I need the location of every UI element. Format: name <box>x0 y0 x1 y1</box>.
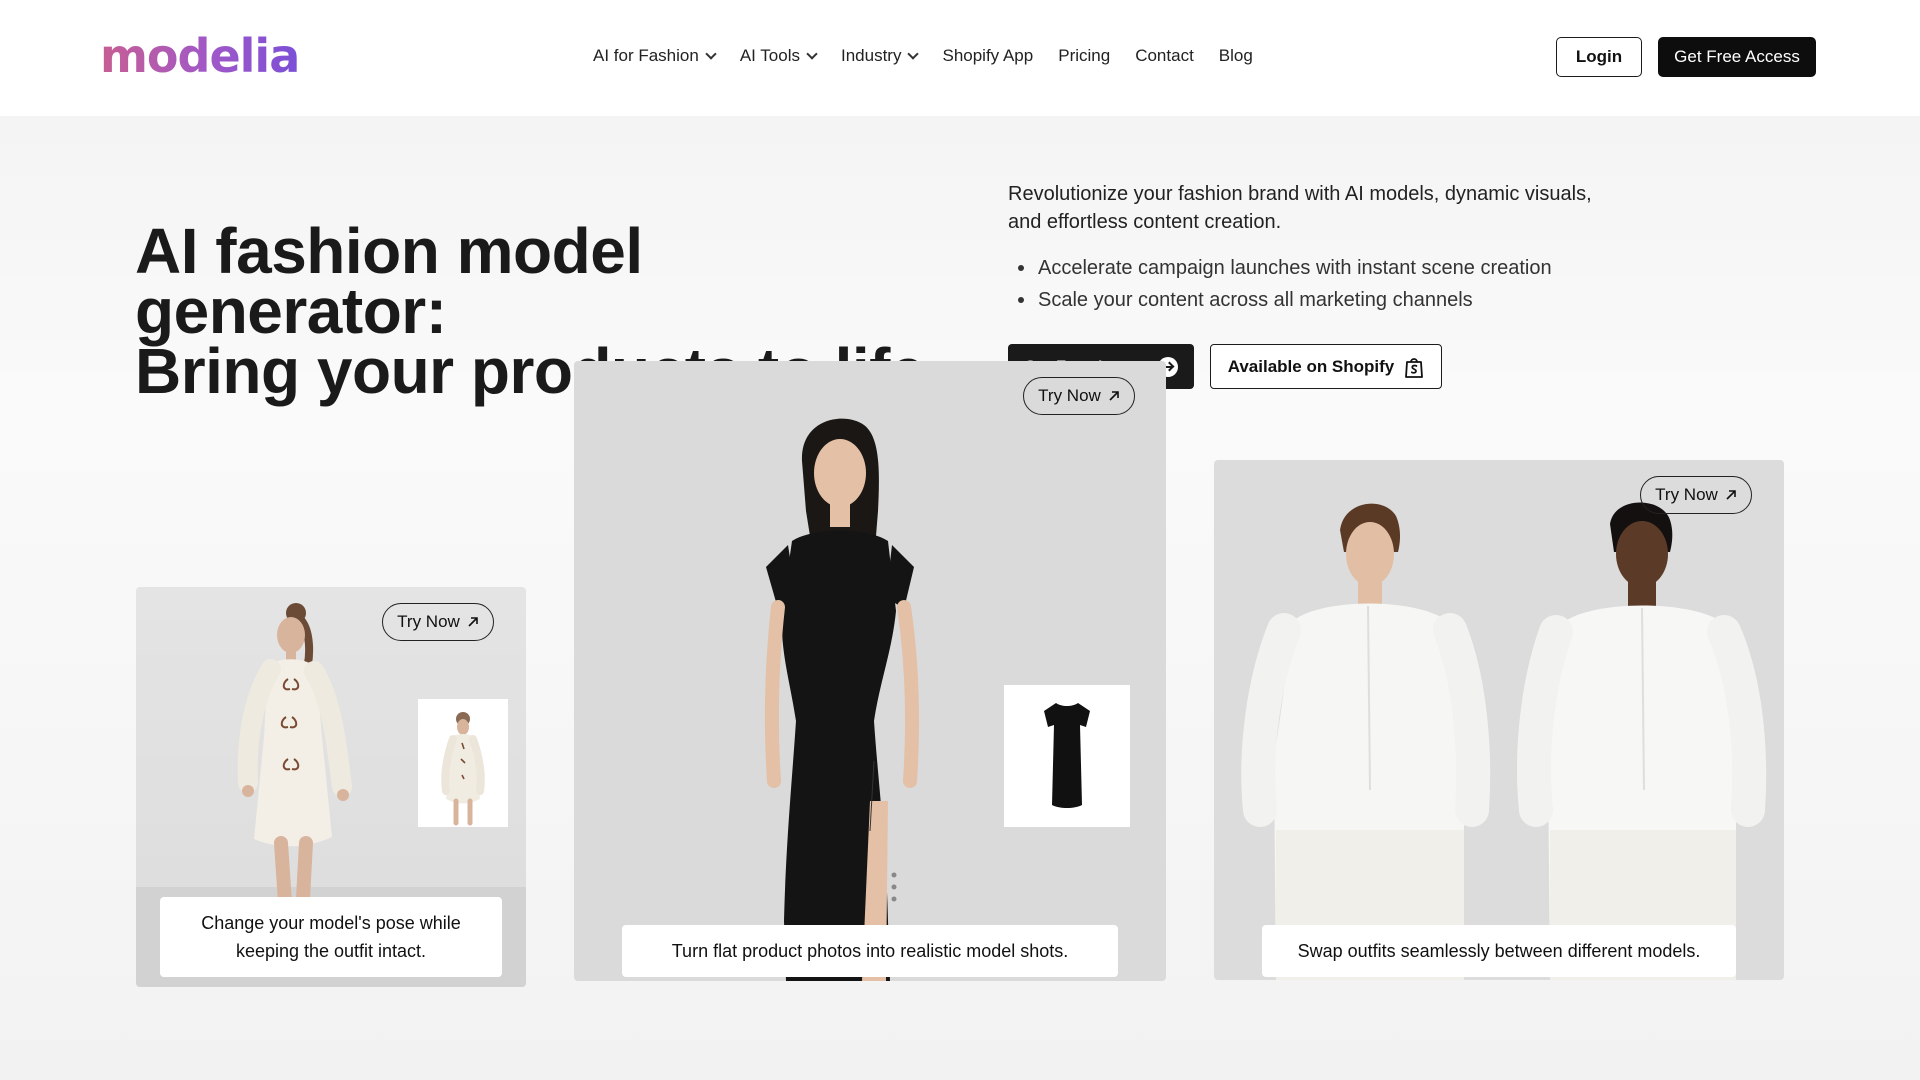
nav-item-ai-for-fashion[interactable]: AI for Fashion <box>593 46 717 66</box>
caption-line2: keeping the outfit intact. <box>235 941 427 961</box>
list-item: Scale your content across all marketing … <box>1018 284 1618 316</box>
feature-card-pose-change[interactable]: Try Now Change your model's pose while k… <box>136 587 526 987</box>
chevron-down-icon <box>705 47 717 60</box>
nav-item-industry[interactable]: Industry <box>841 46 920 66</box>
nav-item-pricing[interactable]: Pricing <box>1058 46 1110 66</box>
nav-item-label: AI for Fashion <box>593 46 699 65</box>
hero-intro-line1: Revolutionize your fashion brand with AI… <box>1008 183 1592 205</box>
try-now-button[interactable]: Try Now <box>1640 476 1752 514</box>
nav-item-label: Pricing <box>1058 46 1111 65</box>
feature-caption: Turn flat product photos into realistic … <box>622 925 1118 977</box>
button-label: Try Now <box>1038 386 1101 405</box>
hero-intro-line2: and effortless content creation. <box>1008 211 1282 233</box>
button-label: Try Now <box>397 612 460 631</box>
feature-caption: Swap outfits seamlessly between differen… <box>1262 925 1736 977</box>
arrow-up-right-icon <box>1725 489 1737 501</box>
caption-line1: Change your model's pose while <box>201 913 461 933</box>
feature-card-flat-to-model[interactable]: Try Now Turn flat product photos into re… <box>574 361 1166 981</box>
hero-intro: Revolutionize your fashion brand with AI… <box>1008 180 1608 236</box>
arrow-up-right-icon <box>1108 390 1120 402</box>
hero-headline-line1: AI fashion model generator: <box>135 215 643 347</box>
button-label: Try Now <box>1655 485 1718 504</box>
two-models-white-shirts-image <box>1241 502 1767 980</box>
outfit-thumbnail <box>418 699 508 827</box>
model-black-dress-image <box>764 418 919 981</box>
nav-item-contact[interactable]: Contact <box>1135 46 1194 66</box>
try-now-button[interactable]: Try Now <box>382 603 494 641</box>
nav-item-label: Contact <box>1135 46 1194 65</box>
nav-item-label: Blog <box>1218 46 1253 65</box>
nav-item-blog[interactable]: Blog <box>1219 46 1253 66</box>
button-label: Available on Shopify <box>1227 356 1395 376</box>
product-photo-thumbnail <box>1004 685 1130 827</box>
try-now-button[interactable]: Try Now <box>1023 377 1135 415</box>
get-free-access-header-button[interactable]: Get Free Access <box>1658 37 1816 77</box>
nav-item-ai-tools[interactable]: AI Tools <box>739 46 818 66</box>
main-nav: AI for Fashion AI Tools Industry Shopify… <box>593 44 1278 68</box>
chevron-down-icon <box>806 47 818 60</box>
nav-item-shopify-app[interactable]: Shopify App <box>942 46 1033 66</box>
list-item: Accelerate campaign launches with instan… <box>1018 252 1618 284</box>
shopify-bag-icon <box>1404 356 1424 378</box>
available-on-shopify-button[interactable]: Available on Shopify <box>1210 344 1442 389</box>
login-button[interactable]: Login <box>1556 37 1642 77</box>
nav-item-label: AI Tools <box>739 46 800 65</box>
feature-caption: Change your model's pose while keeping t… <box>160 897 502 977</box>
feature-card-outfit-swap[interactable]: Try Now Swap outfits seamlessly between … <box>1214 460 1784 980</box>
nav-item-label: Industry <box>841 46 902 65</box>
site-header: modelia AI for Fashion AI Tools Industry… <box>0 0 1920 116</box>
arrow-up-right-icon <box>467 616 479 628</box>
nav-item-label: Shopify App <box>942 46 1034 65</box>
brand-logo[interactable]: modelia <box>100 30 300 82</box>
hero-bullets: Accelerate campaign launches with instan… <box>1018 252 1618 316</box>
chevron-down-icon <box>907 47 920 60</box>
